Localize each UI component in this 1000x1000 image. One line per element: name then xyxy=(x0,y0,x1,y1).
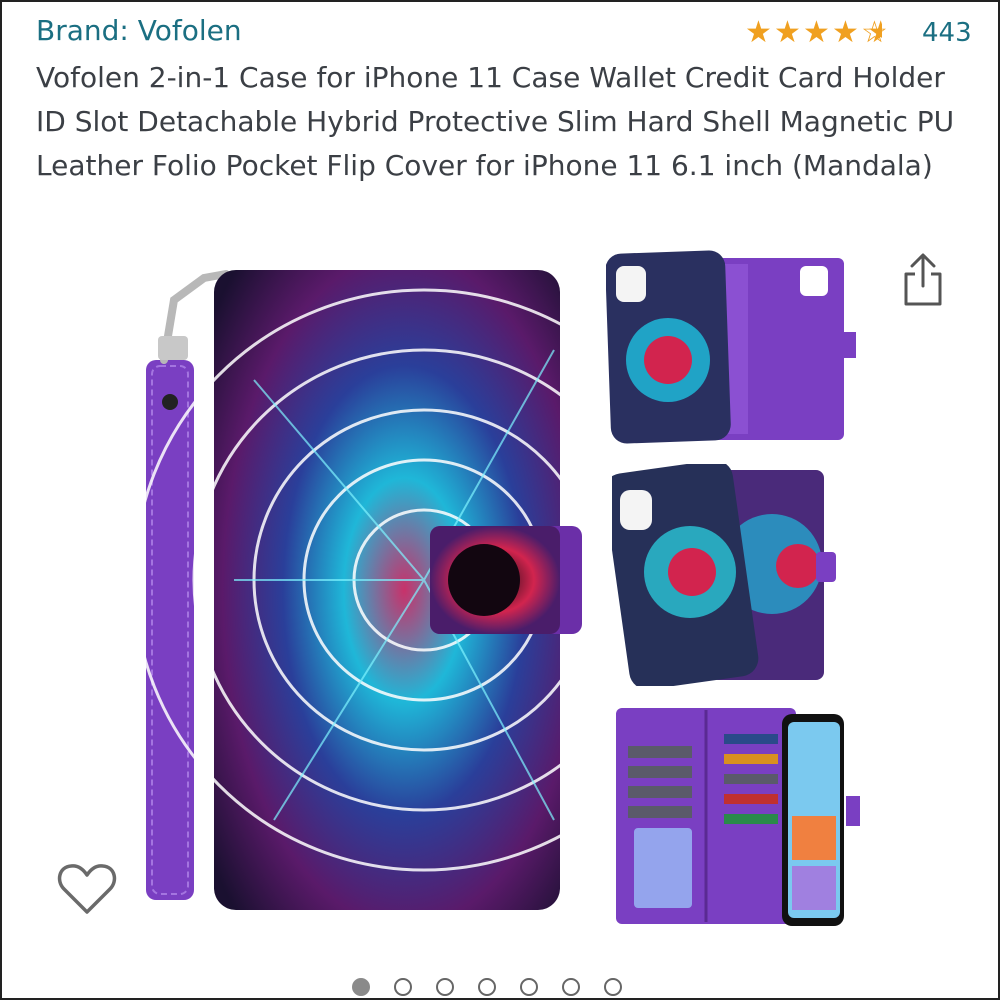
rating-stars: ★ ★ ★ ★ ★ xyxy=(744,15,889,51)
carousel-dot[interactable] xyxy=(562,978,580,996)
thumbnail-case-detached-open[interactable] xyxy=(606,250,862,446)
carousel-dot[interactable] xyxy=(520,978,538,996)
carousel-dot[interactable] xyxy=(604,978,622,996)
star-icon: ★ xyxy=(803,15,830,50)
thumbnail-wallet-card-slots-open[interactable] xyxy=(614,706,864,928)
heart-outline-icon[interactable] xyxy=(56,860,118,918)
thumbnail-phone-and-wallet-separated[interactable] xyxy=(612,464,840,686)
carousel-dot[interactable] xyxy=(394,978,412,996)
star-icon: ★ xyxy=(832,15,859,50)
image-carousel-pagination xyxy=(352,978,622,996)
star-icon: ★ xyxy=(745,15,772,50)
rating[interactable]: ★ ★ ★ ★ ★ 443 xyxy=(744,15,972,51)
star-icon: ★ xyxy=(774,15,801,50)
share-icon[interactable] xyxy=(898,252,948,308)
carousel-dot[interactable] xyxy=(478,978,496,996)
carousel-dot[interactable] xyxy=(352,978,370,996)
carousel-dot[interactable] xyxy=(436,978,454,996)
half-star-icon: ★ xyxy=(860,16,889,50)
main-product-image[interactable] xyxy=(134,260,594,920)
product-title: Vofolen 2-in-1 Case for iPhone 11 Case W… xyxy=(36,61,955,182)
review-count[interactable]: 443 xyxy=(922,18,972,48)
brand-link[interactable]: Brand: Vofolen xyxy=(36,14,242,47)
